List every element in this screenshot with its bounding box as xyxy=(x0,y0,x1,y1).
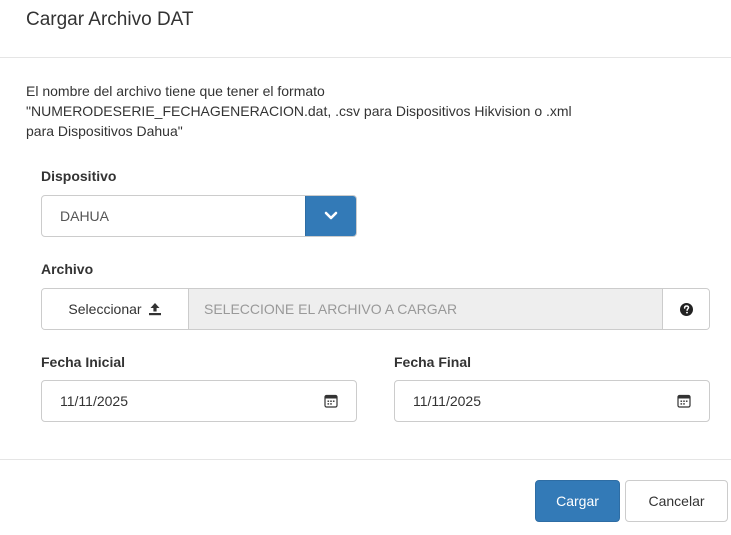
seleccionar-button[interactable]: Seleccionar xyxy=(42,289,189,329)
format-description: El nombre del archivo tiene que tener el… xyxy=(26,81,716,141)
fecha-inicial-value: 11/11/2025 xyxy=(60,393,128,409)
fecha-final-value: 11/11/2025 xyxy=(413,393,481,409)
description-line-2: "NUMERODESERIE_FECHAGENERACION.dat, .csv… xyxy=(26,103,572,119)
cargar-button[interactable]: Cargar xyxy=(535,480,620,522)
chevron-down-icon xyxy=(324,211,338,220)
upload-icon xyxy=(148,303,161,316)
archivo-help-addon[interactable] xyxy=(662,289,709,329)
archivo-label: Archivo xyxy=(41,261,94,277)
calendar-icon[interactable] xyxy=(677,394,691,408)
archivo-filename-field[interactable]: SELECCIONE EL ARCHIVO A CARGAR xyxy=(204,301,457,317)
dispositivo-label: Dispositivo xyxy=(41,168,117,184)
dispositivo-selected-value: DAHUA xyxy=(60,208,110,224)
fecha-final-input[interactable]: 11/11/2025 xyxy=(394,380,710,422)
description-line-3: para Dispositivos Dahua" xyxy=(26,123,183,139)
modal-title: Cargar Archivo DAT xyxy=(26,9,194,30)
dispositivo-select[interactable]: DAHUA xyxy=(41,195,357,237)
calendar-icon[interactable] xyxy=(324,394,338,408)
fecha-inicial-input[interactable]: 11/11/2025 xyxy=(41,380,357,422)
archivo-file-input-group: Seleccionar SELECCIONE EL ARCHIVO A CARG… xyxy=(41,288,710,330)
cancelar-button[interactable]: Cancelar xyxy=(625,480,728,522)
modal-footer-divider xyxy=(0,459,731,460)
seleccionar-label: Seleccionar xyxy=(68,301,142,317)
fecha-final-label: Fecha Final xyxy=(394,354,472,370)
fecha-inicial-label: Fecha Inicial xyxy=(41,354,126,370)
dispositivo-dropdown-button[interactable] xyxy=(305,196,356,236)
description-line-1: El nombre del archivo tiene que tener el… xyxy=(26,83,325,99)
modal-header: Cargar Archivo DAT xyxy=(0,0,731,58)
question-circle-icon xyxy=(679,302,693,316)
